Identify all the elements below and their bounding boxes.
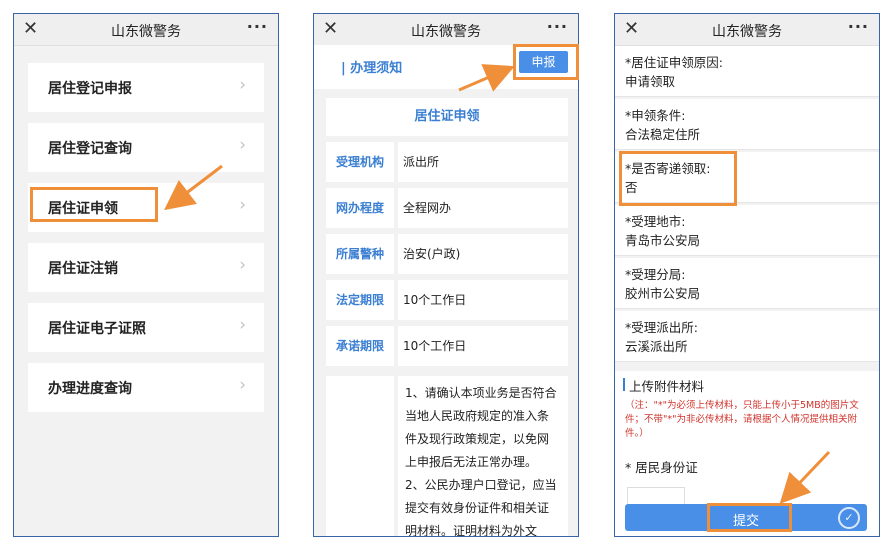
arrow-to-submit xyxy=(779,450,831,504)
arrow-to-menu xyxy=(164,164,223,211)
arrow-to-apply xyxy=(458,64,515,92)
annotation-arrows xyxy=(164,64,831,504)
